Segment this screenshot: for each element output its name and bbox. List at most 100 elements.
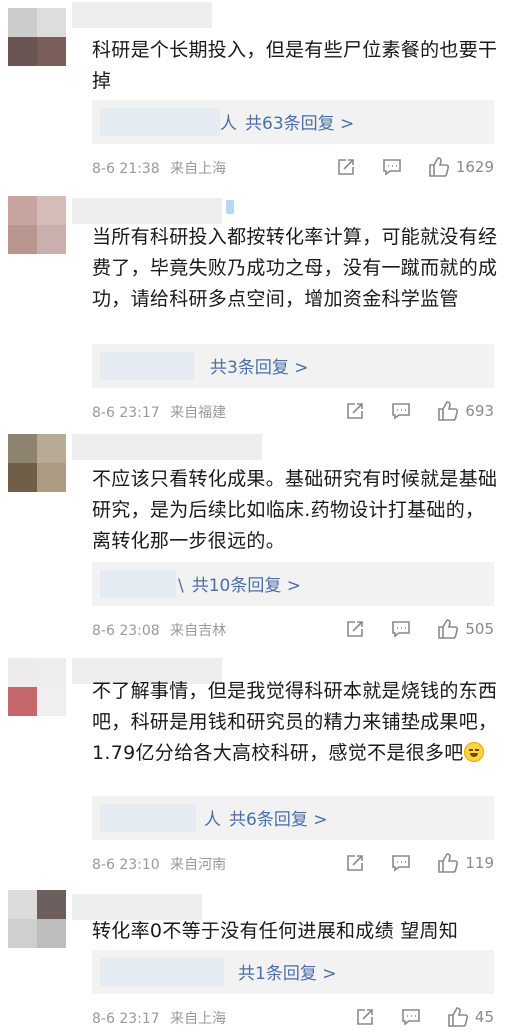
avatar-tile [8,37,37,66]
reply-count-text: 共1条回复 > [238,964,337,984]
avatar-tile [37,434,66,463]
avatar[interactable] [8,434,66,492]
username-blurred[interactable] [72,434,262,460]
comment-text: 当所有科研投入都按转化率计算，可能就没有经费了，毕竟失败乃成功之母，没有一蹴而就… [92,226,498,310]
reply-count-text: 共63条回复 > [245,114,355,134]
reply-count-link[interactable]: 人共6条回复 > [204,805,327,830]
reply-user-blurred [100,804,196,832]
comment-reply-button[interactable] [391,619,411,639]
share-button[interactable] [355,1007,375,1027]
comment-icon [383,159,401,176]
share-icon [357,1009,373,1025]
comment-time: 8-6 23:08 [92,623,160,639]
comment-actions: 505 [345,618,494,640]
share-button[interactable] [345,619,365,639]
like-button[interactable]: 119 [437,852,494,874]
comment-icon [392,621,411,638]
reply-count-link[interactable]: 人共63条回复 > [220,109,354,134]
comment-item: 不了解事情，但是我觉得科研本就是烧钱的东西吧，科研是用钱和研究员的精力来铺垫成果… [0,650,514,888]
reply-count-link[interactable]: \ 共10条回复 > [178,571,301,596]
comment-meta: 8-6 23:08 来自吉林 [92,620,226,640]
avatar[interactable] [8,890,66,948]
comment-reply-button[interactable] [382,157,402,177]
like-button[interactable]: 1629 [428,156,494,178]
comment-item: 转化率0不等于没有任何进展和成绩 望周知 共1条回复 > 8-6 23:17 来… [0,888,514,1032]
reply-summary[interactable]: \ 共10条回复 > [92,562,494,606]
comment-icon [392,855,411,872]
avatar[interactable] [8,8,66,66]
reply-count-text: 共3条回复 > [210,358,309,378]
thumbs-up-icon [429,157,449,177]
comment-text: 科研是个长期投入，但是有些尸位素餐的也要干掉 [92,39,498,92]
share-icon [347,855,364,871]
avatar-tile [37,196,66,225]
reply-summary[interactable]: 共1条回复 > [92,950,494,994]
comment-location: 来自上海 [170,161,227,177]
share-icon [347,621,364,637]
username-blurred[interactable] [72,2,212,28]
thumbs-up-icon [438,853,459,873]
share-icon [347,403,364,419]
comment-actions: 119 [345,852,494,874]
avatar-tile [8,434,37,463]
reply-user-blurred [100,570,176,598]
comment-actions: 693 [345,400,494,422]
comment-item: 不应该只看转化成果。基础研究有时候就是基础研究，是为后续比如临床.药物设计打基础… [0,428,514,650]
like-count: 45 [474,1008,494,1026]
reply-summary[interactable]: 人共6条回复 > [92,796,494,840]
reply-count-link[interactable]: 共1条回复 > [230,959,336,984]
reply-summary[interactable]: 共3条回复 > [92,344,494,388]
reply-prefix: \ [178,576,184,596]
share-icon [338,159,354,175]
comment-text: 不应该只看转化成果。基础研究有时候就是基础研究，是为后续比如临床.药物设计打基础… [92,468,498,552]
like-button[interactable]: 693 [437,400,494,422]
comment-text: 不了解事情，但是我觉得科研本就是烧钱的东西吧，科研是用钱和研究员的精力来铺垫成果… [92,680,498,764]
comment-meta: 8-6 21:38 来自上海 [92,158,226,178]
thumbs-up-icon [438,401,459,421]
comment-reply-button[interactable] [401,1007,421,1027]
reply-summary[interactable]: 人共63条回复 > [92,100,494,144]
comment-location: 来自福建 [170,405,227,421]
thumbs-up-icon [438,619,459,639]
like-count: 119 [465,854,494,872]
reply-user-blurred [100,108,220,136]
comment-time: 8-6 21:38 [92,161,160,177]
thumbs-up-icon [448,1007,468,1027]
like-button[interactable]: 505 [437,618,494,640]
avatar-tile [8,225,37,254]
laughing-emoji-icon [463,742,484,762]
comment-meta: 8-6 23:17 来自福建 [92,402,226,422]
reply-count-link[interactable]: 共3条回复 > [202,353,308,378]
avatar-tile [8,463,37,492]
avatar-tile [8,8,37,37]
username-blurred[interactable] [72,198,222,224]
like-count: 693 [465,402,494,420]
avatar[interactable] [8,196,66,254]
avatar-tile [37,8,66,37]
avatar-tile [37,890,66,919]
avatar-tile [8,687,37,716]
reply-user-blurred [100,958,224,986]
comment-time: 8-6 23:17 [92,1011,160,1027]
share-button[interactable] [336,157,356,177]
avatar-tile [8,919,37,948]
avatar-tile [37,225,66,254]
avatar[interactable] [8,658,66,716]
reply-count-text: 共10条回复 > [191,576,302,596]
comment-reply-button[interactable] [391,401,411,421]
comment-location: 来自河南 [170,857,227,873]
comment-time: 8-6 23:10 [92,857,160,873]
share-button[interactable] [345,853,365,873]
comment-item: 当所有科研投入都按转化率计算，可能就没有经费了，毕竟失败乃成功之母，没有一蹴而就… [0,188,514,428]
comment-icon [402,1009,420,1026]
like-button[interactable]: 45 [447,1006,494,1028]
share-button[interactable] [345,401,365,421]
user-badge [226,200,234,214]
avatar-tile [37,37,66,66]
avatar-tile [8,658,37,687]
avatar-tile [8,890,37,919]
comment-location: 来自吉林 [170,623,227,639]
avatar-tile [37,687,66,716]
comment-reply-button[interactable] [391,853,411,873]
comment-icon [392,403,411,420]
